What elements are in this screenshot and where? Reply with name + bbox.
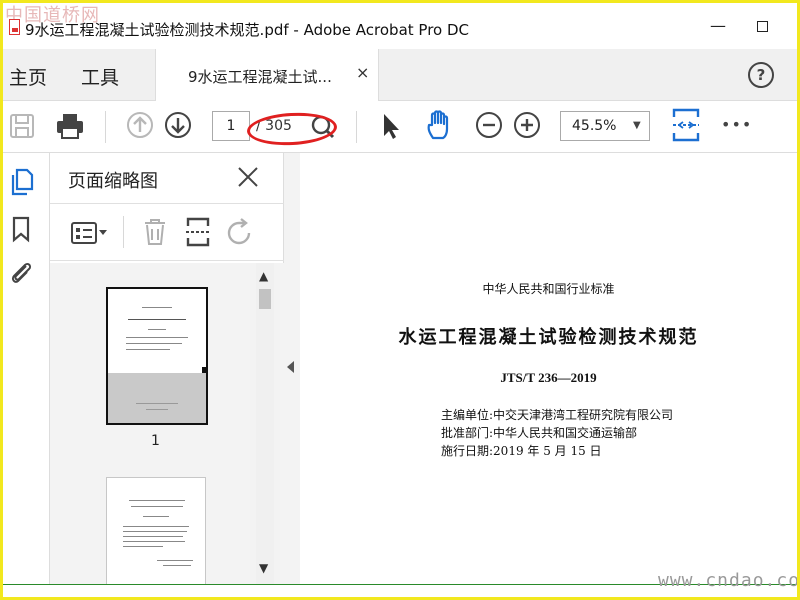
panel-collapse-bar[interactable] (284, 153, 300, 584)
thumbnail-panel: 页面缩略图 1 ▲ ▼ (50, 153, 284, 584)
rotate-page-icon[interactable] (224, 217, 254, 247)
thumbnail-scrollbar[interactable]: ▲ ▼ (256, 263, 274, 584)
document-view[interactable]: 中华人民共和国行业标准 水运工程混凝土试验检测技术规范 JTS/T 236—20… (300, 153, 797, 584)
pdf-file-icon (9, 19, 20, 35)
toolbar-separator (356, 111, 357, 143)
toolbar-separator (123, 216, 124, 248)
close-panel-button[interactable] (236, 165, 260, 189)
chevron-down-icon: ▼ (633, 120, 641, 131)
tab-tools[interactable]: 工具 (81, 63, 119, 90)
next-page-icon[interactable] (164, 111, 192, 139)
insert-page-icon[interactable] (184, 216, 212, 248)
thumbnail-list: 1 ▲ ▼ (50, 263, 284, 584)
window-title: 9水运工程混凝土试验检测技术规范.pdf - Adobe Acrobat Pro… (25, 21, 470, 39)
page-thumbnail-footer (108, 373, 206, 423)
print-icon[interactable] (55, 111, 85, 141)
navigation-rail (3, 153, 50, 584)
page-thumbnail-2[interactable] (106, 477, 206, 584)
zoom-out-icon[interactable] (475, 111, 503, 139)
hand-tool-icon[interactable] (424, 109, 456, 141)
prev-page-icon[interactable] (126, 111, 154, 139)
watermark-bottom: www.cndao.com (658, 570, 800, 591)
tab-document[interactable]: 9水运工程混凝土试... × (155, 49, 379, 101)
tab-bar: 主页 工具 9水运工程混凝土试... × ? (3, 49, 797, 101)
doc-approver: 批准部门:中华人民共和国交通运输部 (441, 426, 638, 440)
thumbnail-resize-handle[interactable] (202, 367, 208, 373)
scroll-thumb[interactable] (259, 289, 271, 309)
thumbnail-options-icon[interactable] (70, 220, 110, 246)
toolbar: 1 / 305 45.5% ▼ ••• (3, 101, 797, 153)
fit-page-icon[interactable] (671, 107, 701, 143)
zoom-value: 45.5% (572, 118, 617, 134)
maximize-icon (756, 21, 768, 32)
close-tab-button[interactable]: × (356, 63, 369, 82)
page-thumbnails-icon[interactable] (8, 167, 34, 197)
zoom-in-icon[interactable] (513, 111, 541, 139)
doc-title: 水运工程混凝土试验检测技术规范 (398, 327, 699, 348)
bookmark-icon[interactable] (11, 215, 31, 243)
page-thumbnail-1[interactable] (106, 287, 208, 425)
scroll-down-button[interactable]: ▼ (259, 561, 268, 575)
maximize-button[interactable] (747, 13, 777, 39)
collapse-arrow-icon[interactable] (287, 361, 294, 373)
save-icon[interactable] (9, 112, 35, 140)
title-bar: 中国道桥网 9水运工程混凝土试验检测技术规范.pdf - Adobe Acrob… (3, 3, 797, 49)
thumbnail-page-label: 1 (151, 433, 160, 449)
panel-toolbar (50, 203, 284, 261)
close-icon (238, 167, 258, 187)
app-window: 中国道桥网 9水运工程混凝土试验检测技术规范.pdf - Adobe Acrob… (0, 0, 800, 600)
panel-title: 页面缩略图 (68, 171, 158, 192)
doc-standard-line: 中华人民共和国行业标准 (482, 282, 615, 296)
toolbar-separator (105, 111, 106, 143)
help-button[interactable]: ? (748, 62, 774, 88)
document-tab-label: 9水运工程混凝土试... (188, 68, 332, 86)
attachment-icon[interactable] (8, 257, 34, 287)
delete-page-icon[interactable] (142, 217, 168, 247)
zoom-select[interactable]: 45.5% ▼ (560, 111, 650, 141)
tab-home[interactable]: 主页 (9, 63, 47, 90)
more-icon[interactable]: ••• (721, 115, 752, 134)
scroll-up-button[interactable]: ▲ (259, 269, 268, 283)
page-number-input[interactable]: 1 (212, 111, 250, 141)
doc-effective-date: 施行日期:2019 年 5 月 15 日 (441, 444, 602, 458)
select-pointer-icon[interactable] (381, 111, 403, 141)
minimize-button[interactable]: — (703, 13, 733, 39)
doc-code: JTS/T 236—2019 (500, 370, 597, 385)
doc-editor: 主编单位:中交天津港湾工程研究院有限公司 (441, 408, 674, 422)
